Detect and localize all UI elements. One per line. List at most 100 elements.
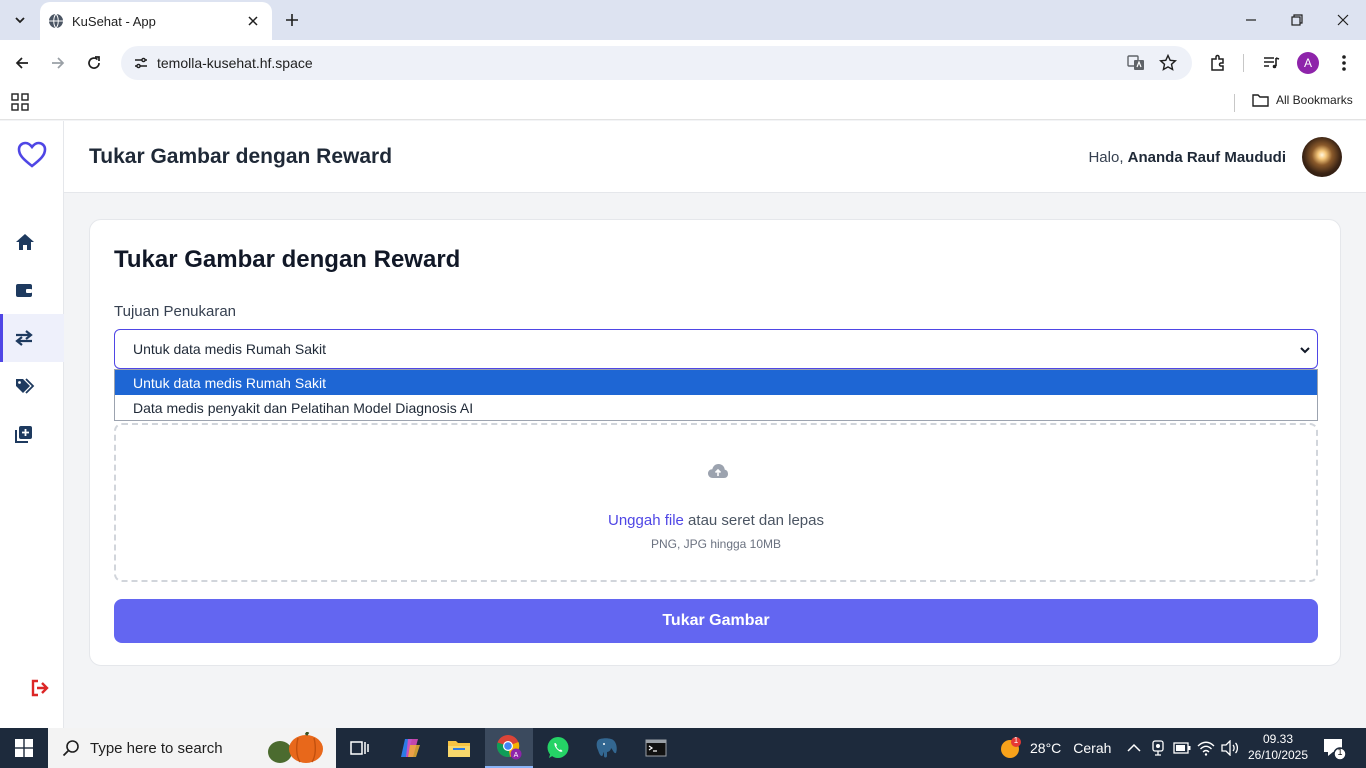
taskbar-search-placeholder: Type here to search (90, 739, 223, 757)
tags-icon (16, 378, 35, 394)
arrow-right-icon (52, 57, 65, 69)
postgres-button[interactable] (583, 728, 631, 768)
all-bookmarks-button[interactable]: All Bookmarks (1252, 93, 1353, 107)
submit-exchange-button[interactable]: Tukar Gambar (114, 599, 1318, 643)
avatar[interactable] (1302, 137, 1342, 177)
show-hidden-icons-button[interactable] (1124, 738, 1144, 758)
svg-text:A: A (514, 752, 519, 759)
browser-tab[interactable]: KuSehat - App (40, 2, 272, 40)
restore-button[interactable] (1274, 0, 1320, 40)
purpose-options-list: Untuk data medis Rumah Sakit Data medis … (114, 369, 1318, 421)
back-button[interactable] (8, 49, 36, 77)
sidebar-item-exchange[interactable] (0, 314, 64, 362)
copilot-button[interactable] (386, 728, 434, 768)
url-text: temolla-kusehat.hf.space (157, 55, 313, 71)
profile-avatar[interactable]: A (1297, 52, 1319, 74)
notification-center-button[interactable]: 1 (1322, 736, 1347, 761)
new-tab-button[interactable] (280, 8, 304, 32)
chevron-down-icon (15, 17, 25, 24)
purpose-option[interactable]: Data medis penyakit dan Pelatihan Model … (115, 395, 1317, 420)
apps-grid-icon[interactable] (11, 93, 29, 111)
close-window-button[interactable] (1320, 0, 1366, 40)
sidebar (0, 121, 64, 728)
chevron-down-icon (1300, 347, 1310, 354)
tab-search-button[interactable] (6, 6, 34, 34)
close-icon (1337, 14, 1349, 26)
bookmarks-bar: All Bookmarks (0, 86, 1366, 120)
taskbar: Type here to search A 1 28°C Cerah 09.33… (0, 728, 1366, 768)
drag-drop-text: atau seret dan lepas (683, 512, 824, 529)
sidebar-item-tags[interactable] (0, 362, 64, 410)
browser-menu-button[interactable] (1330, 49, 1358, 77)
exchange-form-card: Tukar Gambar dengan Reward Tujuan Penuka… (89, 219, 1341, 666)
taskbar-search[interactable]: Type here to search (48, 728, 336, 768)
terminal-button[interactable] (632, 728, 680, 768)
greeting-prefix: Halo, (1088, 149, 1124, 166)
page-title: Tukar Gambar dengan Reward (89, 145, 393, 168)
plus-icon (286, 14, 298, 26)
start-button[interactable] (0, 728, 48, 768)
wallet-icon (16, 284, 32, 297)
add-photo-icon (15, 426, 32, 443)
task-view-button[interactable] (336, 728, 384, 768)
purpose-option[interactable]: Untuk data medis Rumah Sakit (115, 370, 1317, 395)
webcam-tray-icon[interactable] (1148, 738, 1168, 758)
forward-button[interactable] (44, 49, 72, 77)
task-view-icon (350, 741, 369, 755)
sidebar-item-home[interactable] (0, 218, 64, 266)
volume-icon[interactable] (1220, 738, 1240, 758)
toolbar-divider (1243, 54, 1244, 72)
folder-icon (448, 741, 470, 757)
chrome-taskbar-button[interactable]: A (485, 728, 533, 768)
minimize-icon (1246, 19, 1256, 21)
restore-icon (1291, 14, 1303, 26)
extensions-button[interactable] (1204, 49, 1232, 77)
purpose-label: Tujuan Penukaran (114, 303, 237, 320)
sidebar-item-add-photo[interactable] (0, 410, 64, 458)
site-info-icon[interactable] (131, 53, 151, 73)
copilot-icon (401, 739, 420, 757)
close-icon (248, 16, 258, 26)
puzzle-icon (1211, 54, 1224, 71)
reload-button[interactable] (80, 49, 108, 77)
battery-icon[interactable] (1172, 738, 1192, 758)
file-type-hint: PNG, JPG hingga 10MB (650, 537, 782, 551)
browser-toolbar: temolla-kusehat.hf.space A (0, 40, 1366, 86)
media-controls-button[interactable] (1257, 49, 1285, 77)
tab-close-button[interactable] (244, 12, 262, 30)
exchange-icon (15, 330, 33, 346)
system-clock[interactable]: 09.33 26/10/2025 (1244, 731, 1312, 763)
terminal-icon (645, 739, 667, 757)
file-explorer-button[interactable] (435, 728, 483, 768)
heart-logo-icon[interactable] (17, 141, 47, 169)
upload-file-link[interactable]: Unggah file (608, 512, 684, 529)
clock-time: 09.33 (1262, 732, 1294, 746)
weather-temperature: 28°C (1030, 740, 1062, 756)
logout-icon[interactable] (30, 679, 50, 697)
whatsapp-icon (547, 737, 569, 758)
chrome-icon: A (496, 735, 522, 760)
sidebar-item-wallet[interactable] (0, 266, 64, 314)
search-icon (62, 740, 79, 757)
elephant-icon (596, 738, 617, 758)
purpose-select[interactable]: Untuk data medis Rumah Sakit (114, 329, 1318, 369)
app-root: Tukar Gambar dengan Reward Halo, Ananda … (0, 121, 1366, 728)
bookmark-star-icon[interactable] (1158, 53, 1178, 73)
translate-icon[interactable] (1126, 53, 1146, 73)
weather-badge: 1 (1013, 736, 1019, 745)
windows-logo-icon (15, 739, 33, 757)
whatsapp-button[interactable] (534, 728, 582, 768)
address-bar[interactable]: temolla-kusehat.hf.space (121, 46, 1192, 80)
folder-icon (1252, 94, 1269, 107)
app-header: Tukar Gambar dengan Reward Halo, Ananda … (64, 121, 1366, 193)
tab-title: KuSehat - App (72, 13, 156, 29)
chevron-up-icon (1127, 743, 1141, 752)
browser-titlebar: KuSehat - App (0, 0, 1366, 40)
file-dropzone[interactable]: Unggah file atau seret dan lepas PNG, JP… (114, 423, 1318, 582)
weather-widget[interactable]: 1 28°C Cerah (1000, 728, 1111, 768)
weather-description: Cerah (1073, 740, 1112, 756)
wifi-icon[interactable] (1196, 738, 1216, 758)
clock-date: 26/10/2025 (1247, 748, 1309, 762)
pumpkin-decoration-icon (268, 732, 323, 763)
minimize-button[interactable] (1228, 0, 1274, 40)
